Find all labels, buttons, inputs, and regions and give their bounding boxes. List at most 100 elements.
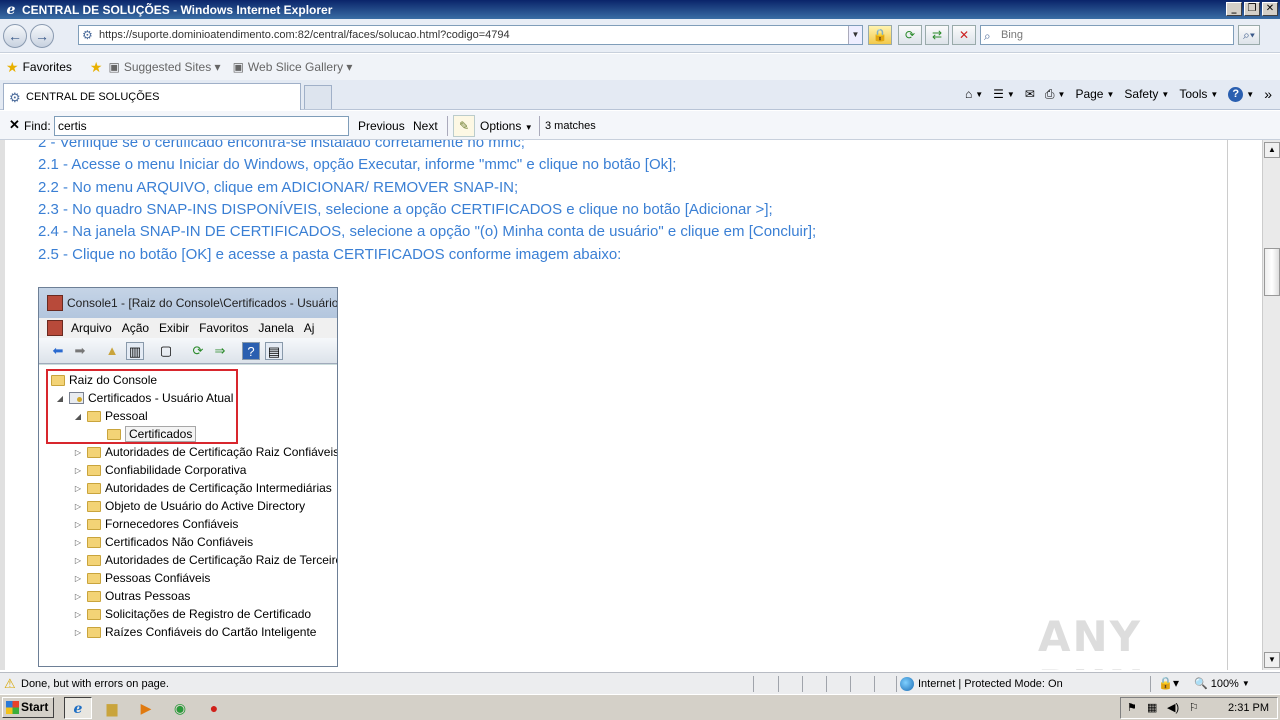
- scroll-up-button[interactable]: ▲: [1264, 142, 1280, 158]
- mmc-menu-favoritos: Favoritos: [199, 321, 249, 335]
- volume-icon[interactable]: ◀): [1167, 701, 1179, 714]
- suggested-sites-link[interactable]: ▣ Suggested Sites ▾: [108, 60, 220, 74]
- mmc-console-icon: [47, 295, 63, 311]
- folder-icon: [107, 428, 121, 440]
- mmc-tree: Raiz do Console ◢ Certificados - Usuário…: [39, 364, 338, 666]
- folder-icon: [87, 500, 101, 512]
- folder-icon: [87, 536, 101, 548]
- tree-node-label: Autoridades de Certificação Raiz de Terc…: [105, 553, 338, 567]
- mmc-menu-janela: Janela: [258, 321, 294, 335]
- step-2-5-text: 2.5 - Clique no botão [OK] e acesse a pa…: [38, 246, 622, 263]
- start-button[interactable]: Start: [2, 697, 54, 718]
- zoom-level: 100%: [1210, 677, 1239, 690]
- minimize-button[interactable]: _: [1226, 2, 1242, 16]
- protected-mode-icon[interactable]: 🔒▾: [1158, 676, 1179, 690]
- feeds-button[interactable]: ☰ ▼: [993, 87, 1015, 101]
- find-previous-button[interactable]: Previous: [358, 119, 405, 133]
- mmc-toolbar: ⬅ ➡ ▲ ▥ ▢ ⟳ ⇒ ? ▤: [39, 338, 337, 364]
- system-tray: ⚑ ▦ ◀) ⚐ 2:31 PM: [1120, 697, 1278, 719]
- find-options-menu[interactable]: Options ▼: [480, 119, 533, 133]
- folder-icon: [87, 446, 101, 458]
- find-next-button[interactable]: Next: [413, 119, 438, 133]
- command-bar: ⌂ ▼ ☰ ▼ ✉ ⎙ ▼ Page ▼ Safety ▼ Tools ▼ ? ▼ »: [965, 86, 1272, 102]
- tree-node-other: ▷ Autoridades de Certificação Raiz Confiá…: [73, 443, 338, 461]
- find-options-label: Options: [480, 119, 522, 133]
- web-slice-gallery-link[interactable]: ▣ Web Slice Gallery ▾: [233, 60, 353, 74]
- taskbar-media-player-icon[interactable]: ▶: [132, 697, 160, 719]
- tree-node-label: Certificados Não Confiáveis: [105, 535, 254, 549]
- network-flag-icon[interactable]: ⚑: [1127, 701, 1137, 714]
- web-slice-icon: ▣: [232, 60, 244, 74]
- vertical-scrollbar[interactable]: ▲ ▼: [1262, 140, 1280, 670]
- tree-node-label: Certificados: [125, 426, 197, 442]
- taskbar-ie-button[interactable]: e: [64, 697, 92, 719]
- tab-central-de-solucoes[interactable]: ⚙ CENTRAL DE SOLUÇÕES: [3, 83, 301, 110]
- tree-node-label: Fornecedores Confiáveis: [105, 517, 239, 531]
- back-button[interactable]: ←: [3, 24, 27, 48]
- scroll-thumb[interactable]: [1264, 248, 1280, 296]
- tab-bar: ⚙ CENTRAL DE SOLUÇÕES ⌂ ▼ ☰ ▼ ✉ ⎙ ▼ Page ▼ S…: [0, 80, 1280, 110]
- stop-button[interactable]: ✕: [952, 25, 976, 45]
- suggested-sites-label: Suggested Sites ▾: [123, 60, 221, 74]
- scroll-down-button[interactable]: ▼: [1264, 652, 1280, 668]
- status-divider: [896, 676, 897, 692]
- forward-button[interactable]: →: [30, 24, 54, 48]
- page-content[interactable]: 2 - Verifique se o certificado encontra-…: [0, 140, 1262, 670]
- folder-icon: [87, 572, 101, 584]
- security-zone[interactable]: Internet | Protected Mode: On: [900, 677, 1063, 691]
- warning-icon[interactable]: ⚠: [4, 676, 16, 692]
- address-dropdown-button[interactable]: ▼: [848, 26, 862, 44]
- search-button[interactable]: ⌕▾: [1238, 25, 1260, 45]
- mmc-menu-icon: [47, 320, 63, 336]
- more-chevron-icon[interactable]: »: [1264, 86, 1272, 102]
- taskbar-opera-icon[interactable]: ●: [200, 697, 228, 719]
- clock[interactable]: 2:31 PM: [1228, 702, 1269, 714]
- print-button[interactable]: ⎙ ▼: [1045, 87, 1066, 102]
- mmc-menubar: Arquivo Ação Exibir Favoritos Janela Aj: [39, 318, 337, 338]
- mail-button[interactable]: ✉: [1025, 87, 1035, 101]
- find-divider: [447, 116, 448, 136]
- tree-node-other: ▷ Solicitações de Registro de Certificado: [73, 605, 311, 623]
- highlight-matches-icon[interactable]: ✎: [453, 115, 475, 137]
- close-find-icon[interactable]: ✕: [9, 117, 20, 133]
- tree-node-personal: ◢ Pessoal: [73, 407, 148, 425]
- tree-node-label: Autoridades de Certificação Raiz Confiáv…: [105, 445, 338, 459]
- mmc-forward-icon: ➡: [74, 343, 86, 358]
- taskbar-explorer-icon[interactable]: ▆: [98, 697, 126, 719]
- suggested-sites-icon: ▣: [108, 60, 120, 74]
- step-2-3-text: 2.3 - No quadro SNAP-INS DISPONÍVEIS, se…: [38, 201, 773, 218]
- tree-node-label: Solicitações de Registro de Certificado: [105, 607, 312, 621]
- tree-node-label: Confiabilidade Corporativa: [105, 463, 247, 477]
- home-button[interactable]: ⌂ ▼: [965, 87, 983, 101]
- tree-node-other: ▷ Outras Pessoas: [73, 587, 190, 605]
- tree-node-label: Outras Pessoas: [105, 589, 191, 603]
- folder-icon: [87, 626, 101, 638]
- action-center-icon[interactable]: ⚐: [1189, 701, 1199, 714]
- add-favorite-icon[interactable]: ★: [90, 59, 103, 76]
- status-divider: [778, 676, 779, 692]
- compatibility-view-button[interactable]: ⟳: [898, 25, 922, 45]
- find-input[interactable]: certis: [54, 116, 349, 136]
- collapsed-icon: ▷: [74, 573, 82, 583]
- lock-icon[interactable]: 🔒: [868, 25, 892, 45]
- address-bar[interactable]: ⚙ https://suporte.dominioatendimento.com…: [78, 25, 863, 45]
- status-divider: [1150, 676, 1151, 692]
- tools-menu[interactable]: Tools ▼: [1179, 87, 1218, 101]
- refresh-button[interactable]: ⇄: [925, 25, 949, 45]
- search-input[interactable]: ⌕ Bing: [980, 25, 1234, 45]
- tree-node-certificates-user: ◢ Certificados - Usuário Atual: [55, 389, 233, 407]
- taskbar-chrome-icon[interactable]: ◉: [166, 697, 194, 719]
- new-tab-button[interactable]: [304, 85, 332, 109]
- favorites-button[interactable]: ★ Favorites: [6, 59, 72, 76]
- certificate-store-icon: [69, 392, 84, 404]
- page-menu[interactable]: Page ▼: [1075, 87, 1114, 101]
- status-bar: ⚠ Done, but with errors on page. Interne…: [0, 672, 1280, 694]
- folder-icon: [87, 554, 101, 566]
- close-window-button[interactable]: ✕: [1262, 2, 1278, 16]
- help-button[interactable]: ? ▼: [1228, 86, 1254, 102]
- network-icon[interactable]: ▦: [1147, 701, 1157, 714]
- collapsed-icon: ▷: [74, 555, 82, 565]
- restore-button[interactable]: ❐: [1244, 2, 1260, 16]
- safety-menu[interactable]: Safety ▼: [1124, 87, 1169, 101]
- zoom-control[interactable]: 🔍 100% ▼: [1194, 677, 1250, 691]
